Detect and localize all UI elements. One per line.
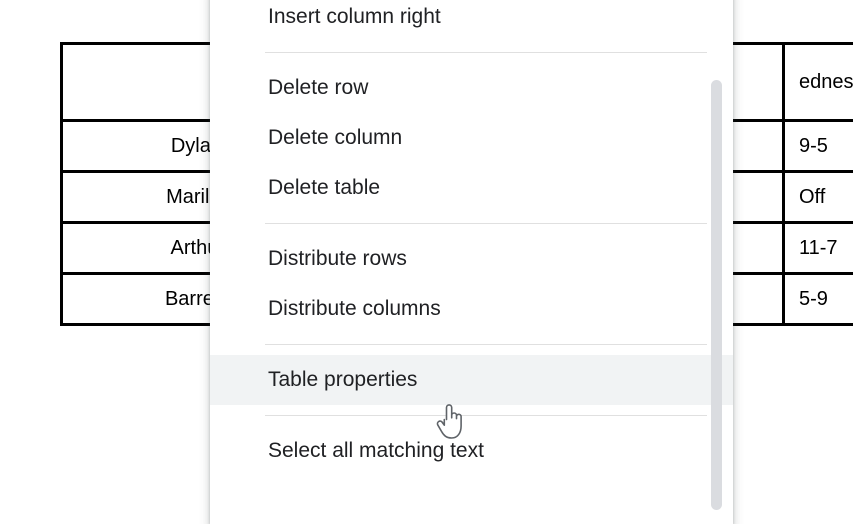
table-cell-wednesday-marilla[interactable]: Off: [784, 172, 853, 223]
menu-item-insert-column-right[interactable]: Insert column right: [210, 0, 733, 42]
menu-item-delete-row[interactable]: Delete row: [210, 63, 733, 113]
menu-separator: [265, 344, 707, 345]
table-cell-wednesday-barrett[interactable]: 5-9: [784, 274, 853, 325]
table-cell-wednesday-arthur[interactable]: 11-7: [784, 223, 853, 274]
table-context-menu[interactable]: Insert column right Delete row Delete co…: [210, 0, 733, 524]
menu-item-select-all-matching-text[interactable]: Select all matching text: [210, 426, 733, 476]
table-cell-wednesday-dylan[interactable]: 9-5: [784, 121, 853, 172]
menu-separator: [265, 415, 707, 416]
menu-item-distribute-columns[interactable]: Distribute columns: [210, 284, 733, 334]
menu-item-delete-column[interactable]: Delete column: [210, 113, 733, 163]
menu-item-distribute-rows[interactable]: Distribute rows: [210, 234, 733, 284]
menu-item-table-properties[interactable]: Table properties: [210, 355, 733, 405]
table-cell-header-wednesday[interactable]: ednesday: [784, 44, 853, 121]
menu-item-delete-table[interactable]: Delete table: [210, 163, 733, 213]
menu-scrollbar-thumb[interactable]: [711, 80, 722, 510]
menu-separator: [265, 223, 707, 224]
menu-separator: [265, 52, 707, 53]
